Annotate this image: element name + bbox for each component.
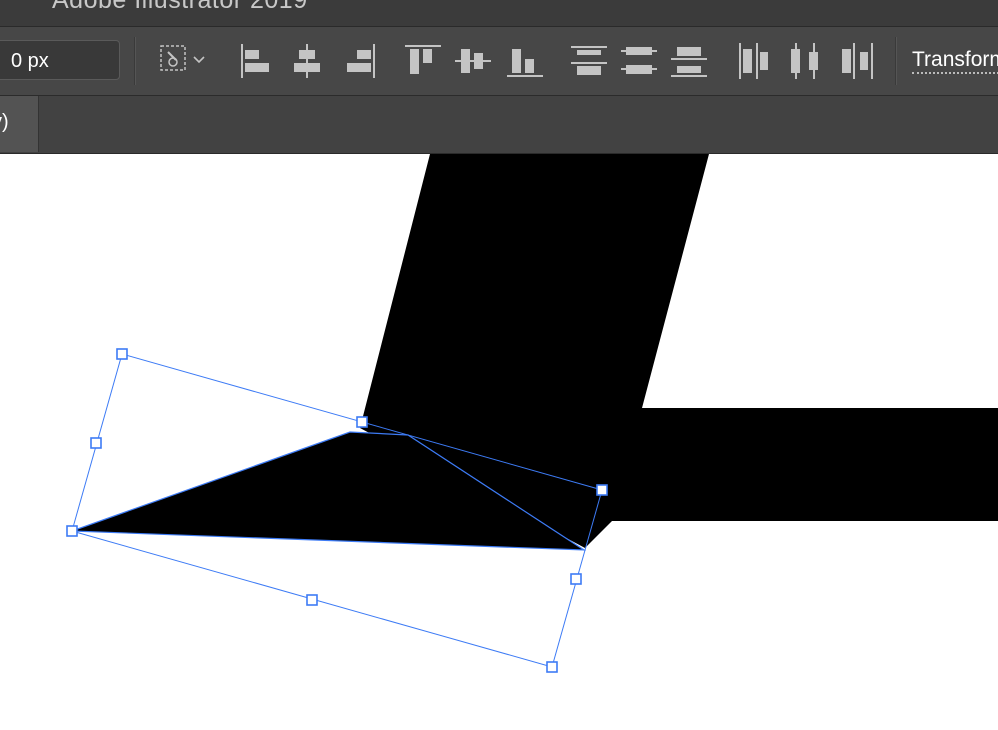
bounding-box-handle[interactable] <box>90 437 102 449</box>
document-tab-label: v) <box>0 111 9 133</box>
stroke-weight-field[interactable]: 0 px <box>0 40 120 80</box>
window-title: Adobe Illustrator 2019 <box>52 0 308 14</box>
toolbar-separator <box>895 37 897 85</box>
align-right-icon[interactable] <box>336 38 382 84</box>
document-tab-bar: v) <box>0 96 998 154</box>
distribute-right-icon[interactable] <box>834 38 880 84</box>
align-left-icon[interactable] <box>234 38 280 84</box>
select-same-icon[interactable] <box>156 38 212 84</box>
transform-panel-link[interactable]: Transform <box>912 48 998 74</box>
distribute-left-icon[interactable] <box>732 38 778 84</box>
bounding-box-handle[interactable] <box>66 525 78 537</box>
distribute-vertical-center-icon[interactable] <box>616 38 662 84</box>
artboard-canvas[interactable] <box>0 154 998 730</box>
align-vertical-center-icon[interactable] <box>450 38 496 84</box>
bounding-box-handle[interactable] <box>356 416 368 428</box>
bounding-box-handle[interactable] <box>116 348 128 360</box>
toolbar-separator <box>134 37 136 85</box>
distribute-bottom-icon[interactable] <box>666 38 712 84</box>
control-bar: 0 px Transform <box>0 27 998 96</box>
align-bottom-icon[interactable] <box>502 38 548 84</box>
bounding-box-handle[interactable] <box>596 484 608 496</box>
bounding-box-handle[interactable] <box>546 661 558 673</box>
title-bar: Adobe Illustrator 2019 <box>0 0 998 27</box>
illustrator-window: Adobe Illustrator 2019 0 px Transform) <box>0 0 998 730</box>
distribute-top-icon[interactable] <box>566 38 612 84</box>
document-tab[interactable]: v) <box>0 96 39 152</box>
bounding-box-handle[interactable] <box>306 594 318 606</box>
distribute-horizontal-center-icon[interactable] <box>782 38 828 84</box>
align-top-icon[interactable] <box>400 38 446 84</box>
align-horizontal-center-icon[interactable] <box>284 38 330 84</box>
bounding-box-handle[interactable] <box>570 573 582 585</box>
artwork-layer <box>66 154 998 673</box>
